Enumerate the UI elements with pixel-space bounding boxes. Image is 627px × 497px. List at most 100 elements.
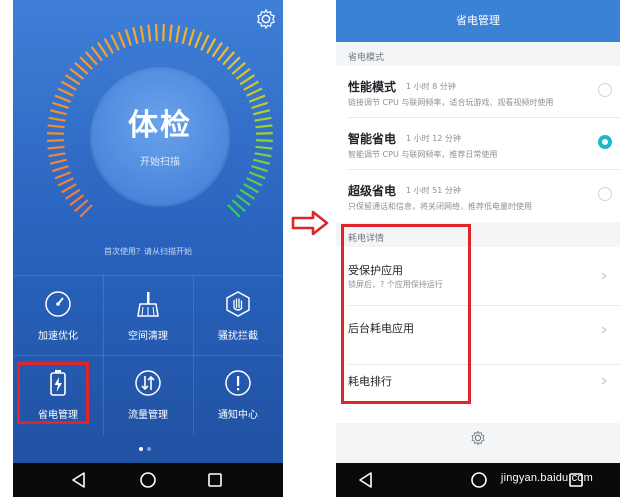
ring-tick (90, 46, 103, 62)
first-use-hint: 首次使用？请从扫描开始 (104, 247, 192, 256)
mode-radio-selected[interactable] (598, 135, 612, 149)
ring-tick (54, 171, 72, 180)
ring-tick (231, 61, 246, 75)
mode-row-super[interactable]: 超级省电 1 小时 51 分钟 只保留通话和信息，将关闭网络，推荐低电量时使用 (336, 170, 620, 221)
ring-tick (48, 116, 66, 122)
home-icon[interactable] (138, 470, 158, 490)
ring-tick (255, 145, 273, 150)
ring-tick (231, 199, 246, 213)
watermark-text: jingyan.baidu.com (500, 472, 593, 484)
ring-tick (239, 188, 256, 200)
power-mode-list: 性能模式 1 小时 8 分钟 链接调节 CPU 与联网频率，适合玩游戏、观看视频… (336, 66, 620, 222)
ring-tick (246, 87, 263, 97)
chevron-right-icon (601, 326, 607, 334)
ring-tick (246, 177, 263, 187)
ring-tick (227, 56, 241, 70)
arrow-right-icon (291, 210, 329, 236)
ring-tick (57, 87, 74, 97)
ring-tick (255, 124, 273, 129)
broom-icon (137, 292, 159, 317)
ring-tick (200, 34, 210, 51)
ring-tick (222, 51, 236, 66)
mode-radio[interactable] (598, 83, 612, 97)
ring-tick (243, 183, 260, 194)
ring-tick (64, 74, 81, 86)
mode-description: 链接调节 CPU 与联网频率，适合玩游戏、观看视频时使用 (348, 98, 554, 107)
ring-tick (69, 194, 85, 207)
tool-notification-center[interactable]: 通知中心 (193, 362, 283, 442)
page-indicator (147, 447, 151, 451)
ring-tick (69, 67, 85, 80)
settings-gear-icon[interactable] (470, 430, 486, 446)
hand-stop-icon (226, 291, 250, 317)
ring-tick (253, 109, 271, 116)
tool-speed-optimize[interactable]: 加速优化 (13, 283, 103, 363)
tool-label: 空间清理 (128, 331, 168, 342)
ring-tick (49, 158, 67, 165)
ring-tick (255, 139, 273, 142)
mode-time: 1 小时 51 分钟 (406, 186, 461, 195)
tool-traffic-manage[interactable]: 流量管理 (103, 362, 193, 442)
back-icon[interactable] (69, 470, 89, 490)
tool-space-clean[interactable]: 空间清理 (103, 283, 193, 363)
ring-tick (51, 164, 69, 173)
ring-tick (47, 124, 65, 129)
ring-tick (60, 80, 77, 91)
ring-tick (155, 24, 158, 42)
ring-tick (132, 26, 139, 44)
back-icon[interactable] (356, 470, 376, 490)
ring-tick (54, 94, 72, 103)
ring-tick (217, 46, 230, 62)
ring-tick (84, 51, 98, 66)
ring-tick (57, 177, 74, 187)
ring-tick (47, 145, 65, 150)
mode-name: 智能省电 (348, 132, 397, 146)
tool-label: 骚扰拦截 (218, 331, 258, 342)
ring-tick (194, 31, 203, 49)
ring-tick (235, 194, 251, 207)
mode-description: 智能调节 CPU 与联网频率，推荐日常使用 (348, 150, 498, 159)
mode-time: 1 小时 8 分钟 (406, 82, 456, 91)
ring-tick (211, 41, 223, 58)
start-scan-label[interactable]: 开始扫描 (92, 153, 228, 168)
ring-tick (253, 158, 271, 165)
ring-tick (103, 37, 114, 54)
ring-tick (74, 199, 89, 213)
recent-apps-icon[interactable] (205, 470, 225, 490)
ring-tick (254, 116, 272, 122)
ring-tick (251, 101, 269, 110)
ring-tick (162, 24, 165, 42)
ring-tick (235, 67, 251, 80)
tool-label: 流量管理 (128, 410, 168, 421)
highlight-box-power-detail (341, 224, 471, 404)
ring-tick (181, 26, 188, 44)
chevron-right-icon (601, 272, 607, 280)
ring-tick (60, 183, 77, 194)
mode-name: 超级省电 (348, 184, 397, 198)
speedometer-icon (45, 291, 71, 317)
ring-tick (227, 204, 241, 218)
ring-tick (79, 56, 93, 70)
mode-row-performance[interactable]: 性能模式 1 小时 8 分钟 链接调节 CPU 与联网频率，适合玩游戏、观看视频… (336, 66, 620, 117)
ring-tick (254, 152, 272, 158)
ring-tick (64, 188, 81, 200)
ring-tick (124, 28, 133, 46)
mode-description: 只保留通话和信息，将关闭网络，推荐低电量时使用 (348, 202, 532, 211)
ring-tick (47, 139, 65, 142)
mode-radio[interactable] (598, 187, 612, 201)
ring-tick (187, 28, 196, 46)
ring-tick (248, 94, 266, 103)
ring-tick (239, 74, 256, 86)
section-label-power-mode: 省电模式 (348, 53, 385, 63)
chevron-right-icon (601, 377, 607, 385)
ring-tick (49, 109, 67, 116)
highlight-box-power-manage (17, 362, 89, 424)
ring-tick (248, 171, 266, 180)
app-header: 省电管理 (336, 0, 620, 42)
tool-harass-block[interactable]: 骚扰拦截 (193, 283, 283, 363)
mode-row-smart[interactable]: 智能省电 1 小时 12 分钟 智能调节 CPU 与联网频率，推荐日常使用 (336, 118, 620, 169)
ring-tick (51, 101, 69, 110)
home-icon[interactable] (469, 470, 489, 490)
tool-label: 加速优化 (38, 331, 78, 342)
ring-tick (48, 152, 66, 158)
